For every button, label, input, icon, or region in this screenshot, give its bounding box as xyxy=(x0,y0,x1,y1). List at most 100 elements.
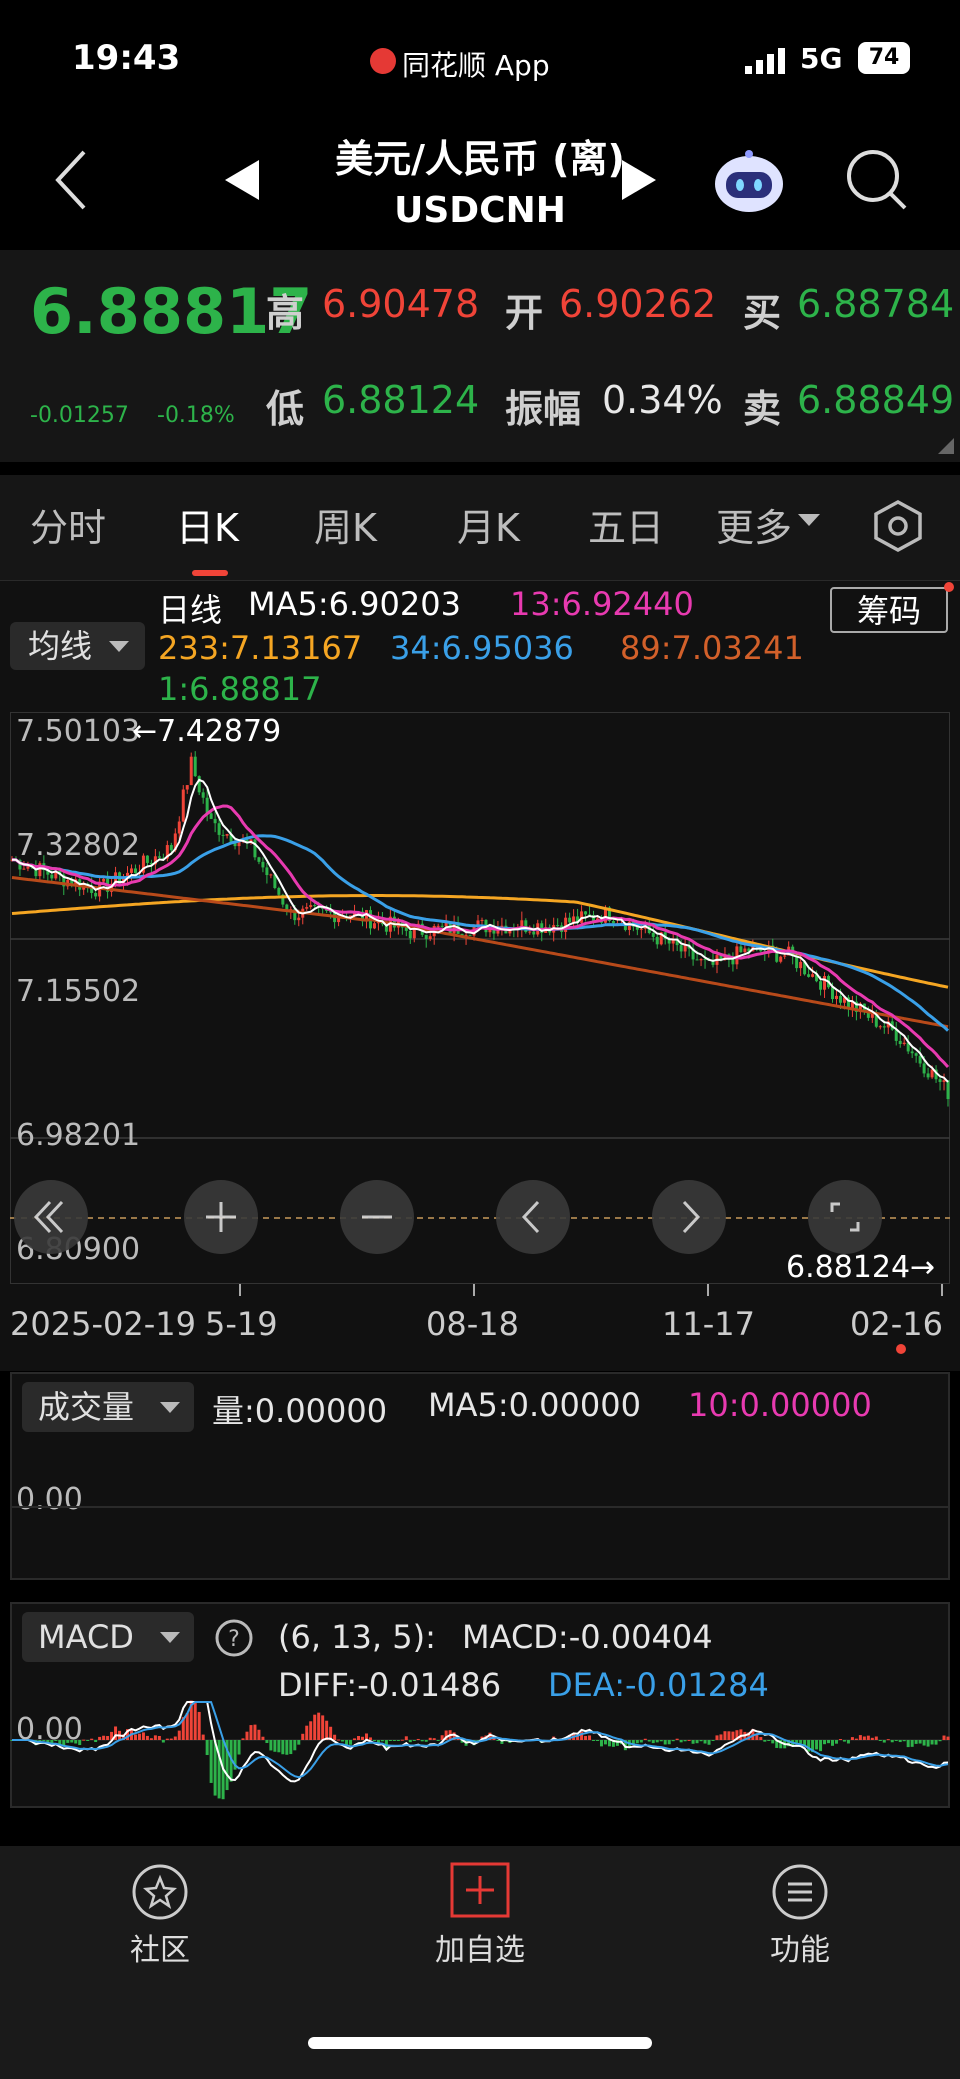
candle xyxy=(201,792,205,798)
chips-button[interactable]: 筹码 xyxy=(830,587,948,633)
zoom-in-button[interactable] xyxy=(184,1180,258,1254)
candle xyxy=(217,823,221,835)
help-icon[interactable]: ? xyxy=(214,1618,254,1658)
nav-community[interactable]: 社区 xyxy=(80,1925,240,1969)
search-icon[interactable] xyxy=(845,148,909,212)
candle xyxy=(189,756,193,786)
scroll-start-button[interactable] xyxy=(14,1180,88,1254)
candle xyxy=(926,1073,930,1078)
candle xyxy=(938,1079,942,1082)
x-tick: 02-16 xyxy=(850,1305,943,1343)
candle xyxy=(918,1055,922,1064)
scroll-right-button[interactable] xyxy=(652,1180,726,1254)
macd-bar xyxy=(763,1740,767,1742)
macd-bar xyxy=(898,1740,902,1743)
macd-bar xyxy=(408,1740,412,1743)
macd-bar xyxy=(870,1737,874,1740)
nav-functions[interactable]: 功能 xyxy=(720,1925,880,1969)
amplitude-value: 0.34% xyxy=(602,378,723,422)
macd-bar xyxy=(691,1740,695,1744)
macd-bar xyxy=(106,1736,110,1740)
candle xyxy=(305,907,309,909)
macd-bar xyxy=(942,1735,946,1740)
low-label: 低 xyxy=(266,387,305,431)
zoom-out-button[interactable] xyxy=(340,1180,414,1254)
macd-bar xyxy=(281,1740,285,1755)
fullscreen-button[interactable] xyxy=(808,1180,882,1254)
candle xyxy=(556,925,560,927)
macd-bar xyxy=(946,1736,950,1740)
macd-bar xyxy=(679,1740,683,1743)
macd-bar xyxy=(930,1740,934,1745)
settings-hexagon-icon[interactable] xyxy=(872,500,924,552)
tab-timeshare[interactable]: 分时 xyxy=(30,497,106,552)
candle xyxy=(257,857,261,862)
legend-ma13: 13:6.92440 xyxy=(510,585,694,623)
macd-bar xyxy=(607,1740,611,1747)
candle xyxy=(807,974,811,977)
candle xyxy=(838,995,842,1003)
candle xyxy=(819,981,823,990)
candle xyxy=(145,855,149,863)
macd-bar xyxy=(333,1734,337,1740)
svg-text:?: ? xyxy=(228,1627,240,1652)
candle xyxy=(731,959,735,965)
volume-value: 量:0.00000 xyxy=(212,1392,388,1430)
macd-bar xyxy=(309,1721,313,1740)
macd-bar xyxy=(428,1737,432,1740)
menu-icon[interactable] xyxy=(770,1862,830,1922)
low-value: 6.88124 xyxy=(322,378,480,422)
candle xyxy=(902,1042,906,1045)
tab-more[interactable]: 更多 xyxy=(716,497,792,552)
macd-bar xyxy=(842,1740,846,1742)
status-time: 19:43 xyxy=(72,38,181,78)
volume-select[interactable]: 成交量 xyxy=(22,1382,194,1432)
volume-ma10: 10:0.00000 xyxy=(688,1386,872,1424)
macd-bar xyxy=(910,1740,914,1747)
macd-bar xyxy=(815,1740,819,1750)
macd-bar xyxy=(639,1740,643,1743)
tab-daily-k[interactable]: 日K xyxy=(176,497,239,552)
candle xyxy=(528,931,532,933)
candle xyxy=(26,866,30,869)
tab-weekly-k[interactable]: 周K xyxy=(314,497,377,552)
candle xyxy=(480,919,484,921)
tab-monthly-k[interactable]: 月K xyxy=(457,497,520,552)
macd-bar xyxy=(161,1740,165,1743)
scroll-left-button[interactable] xyxy=(496,1180,570,1254)
macd-bar xyxy=(380,1740,384,1742)
macd-bar xyxy=(659,1740,663,1742)
macd-bar xyxy=(599,1740,603,1747)
macd-bar xyxy=(719,1734,723,1740)
notification-dot xyxy=(944,582,954,592)
macd-select[interactable]: MACD xyxy=(22,1612,194,1662)
candle xyxy=(779,956,783,962)
minus-icon xyxy=(362,1215,392,1219)
macd-bar xyxy=(193,1701,197,1740)
nav-add-watchlist[interactable]: 加自选 xyxy=(400,1925,560,1969)
candle xyxy=(253,839,257,858)
ma-select[interactable]: 均线 xyxy=(10,622,145,670)
macd-bar xyxy=(361,1736,364,1740)
community-icon[interactable] xyxy=(128,1862,192,1922)
candle xyxy=(205,797,209,814)
macd-bar xyxy=(265,1740,269,1744)
robot-assistant-icon[interactable] xyxy=(712,148,786,214)
candle xyxy=(532,931,536,935)
macd-bar xyxy=(834,1740,838,1744)
candle xyxy=(679,945,683,952)
candle xyxy=(436,925,440,927)
macd-bar xyxy=(209,1740,213,1783)
candle xyxy=(185,785,189,790)
add-watchlist-icon[interactable] xyxy=(450,1862,510,1918)
macd-bar xyxy=(647,1740,651,1742)
min-marker: 6.88124→ xyxy=(786,1250,936,1285)
y-tick: 7.50103 xyxy=(16,714,141,749)
tab-five-day[interactable]: 五日 xyxy=(588,497,664,552)
legend-ma1: 1:6.88817 xyxy=(158,670,322,708)
x-tick: 08-18 xyxy=(426,1305,519,1343)
expand-corner-icon[interactable] xyxy=(938,438,954,454)
home-indicator[interactable] xyxy=(308,2037,652,2049)
macd-bar xyxy=(297,1740,301,1745)
more-dropdown-icon[interactable] xyxy=(798,514,820,528)
